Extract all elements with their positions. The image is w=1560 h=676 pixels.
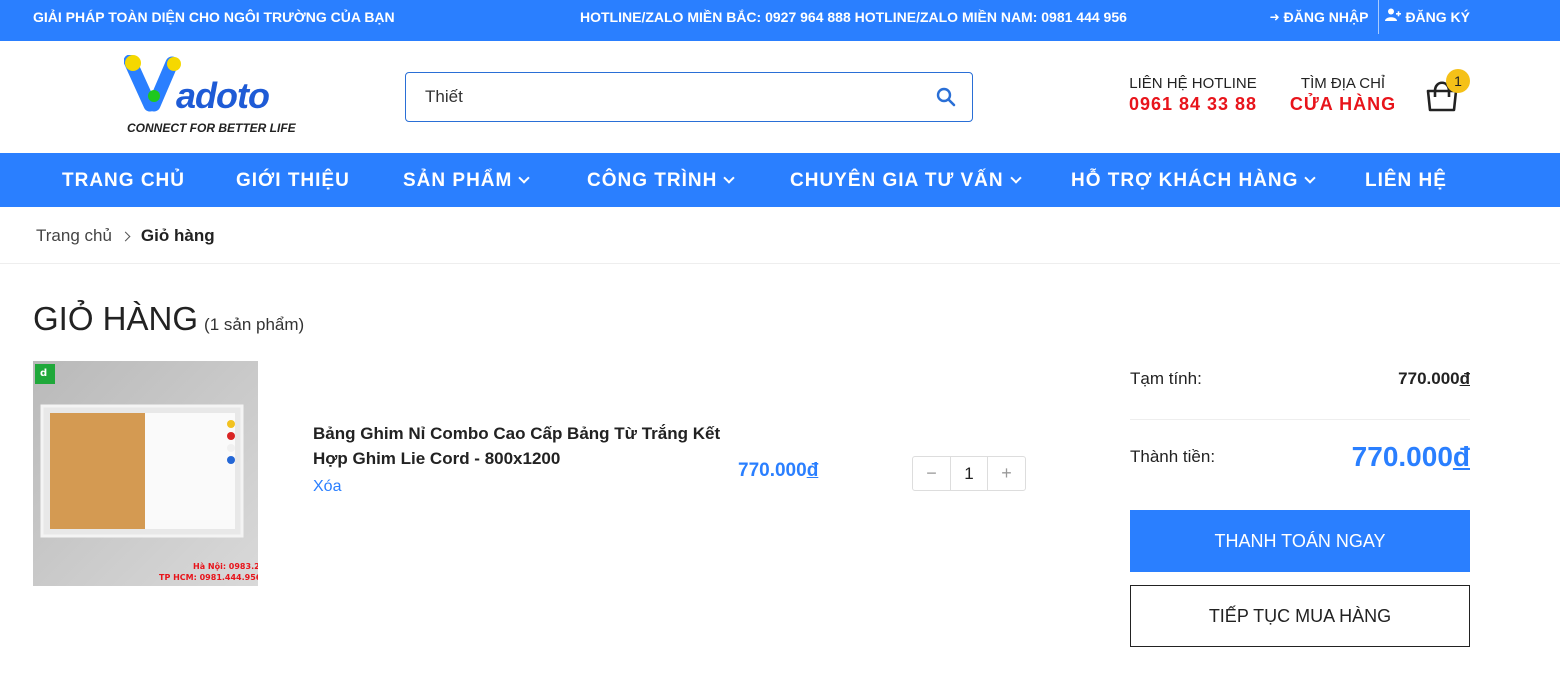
subtotal-value: 770.000 — [1398, 369, 1460, 388]
breadcrumb-current: Giỏ hàng — [140, 226, 215, 245]
product-image[interactable]: d Hà Nội: 0983.289.958 TP HCM: 0981.444.… — [33, 361, 258, 586]
quantity-stepper: − 1 + — [912, 456, 1026, 491]
corkboard-whiteboard-image: d Hà Nội: 0983.289.958 TP HCM: 0981.444.… — [33, 361, 258, 586]
breadcrumb: Trang chủ Giỏ hàng — [36, 226, 215, 246]
logo-mark-icon — [124, 55, 181, 112]
cart-item-count: (1 sản phẩm) — [204, 315, 305, 334]
chevron-down-icon — [1304, 172, 1317, 184]
tagline: GIẢI PHÁP TOÀN DIỆN CHO NGÔI TRƯỜNG CỦA … — [33, 9, 395, 25]
nav-support-label: HỖ TRỢ KHÁCH HÀNG — [1071, 170, 1299, 191]
total-value: 770.000 — [1351, 441, 1453, 472]
nav-projects-label: CÔNG TRÌNH — [587, 170, 718, 191]
quantity-value[interactable]: 1 — [950, 457, 988, 490]
register-label: ĐĂNG KÝ — [1405, 9, 1470, 25]
total-currency: đ — [1452, 441, 1470, 472]
hotline-info: HOTLINE/ZALO MIỀN BẮC: 0927 964 888 HOTL… — [580, 9, 1127, 25]
store-label: TÌM ĐỊA CHỈ — [1300, 75, 1386, 92]
total-row: Thành tiền: 770.000đ — [1130, 438, 1470, 476]
breadcrumb-divider — [0, 263, 1560, 264]
decrease-quantity-button[interactable]: − — [913, 457, 950, 490]
auth-divider — [1378, 0, 1380, 34]
subtotal-currency: đ — [1459, 369, 1470, 388]
nav-contact-label: LIÊN HỆ — [1365, 170, 1447, 191]
continue-shopping-button[interactable]: TIẾP TỤC MUA HÀNG — [1130, 585, 1470, 647]
checkout-button[interactable]: THANH TOÁN NGAY — [1130, 510, 1470, 572]
nav-home[interactable]: TRANG CHỦ — [62, 153, 185, 207]
svg-text:d: d — [40, 368, 47, 379]
summary-divider — [1130, 419, 1470, 420]
logo-slogan: CONNECT FOR BETTER LIFE — [127, 121, 296, 135]
subtotal-row: Tạm tính: 770.000đ — [1130, 366, 1470, 392]
hotline-label: LIÊN HỆ HOTLINE — [1129, 75, 1257, 92]
nav-home-label: TRANG CHỦ — [62, 170, 185, 191]
nav-consultants[interactable]: CHUYÊN GIA TƯ VẤN — [790, 153, 1022, 207]
logo-wordmark: adoto — [176, 75, 270, 116]
breadcrumb-home[interactable]: Trang chủ — [36, 226, 112, 246]
cart-count-badge: 1 — [1446, 69, 1470, 93]
sign-in-icon: ➜ — [1269, 10, 1280, 24]
vadoto-logo[interactable]: adoto CONNECT FOR BETTER LIFE — [124, 55, 304, 139]
user-plus-icon — [1385, 0, 1402, 34]
total-label: Thành tiền: — [1130, 447, 1216, 466]
nav-products[interactable]: SẢN PHẨM — [403, 153, 531, 207]
chevron-down-icon — [1009, 172, 1022, 184]
remove-item-link[interactable]: Xóa — [313, 478, 341, 496]
chevron-right-icon — [120, 231, 131, 241]
nav-support[interactable]: HỖ TRỢ KHÁCH HÀNG — [1071, 153, 1317, 207]
login-link[interactable]: ➜ ĐĂNG NHẬP — [1270, 0, 1369, 34]
search-input[interactable] — [406, 73, 926, 121]
register-link[interactable]: ĐĂNG KÝ — [1385, 0, 1470, 34]
nav-contact[interactable]: LIÊN HỆ — [1365, 153, 1447, 207]
product-price-value: 770.000 — [738, 460, 807, 481]
hotline-number: 0961 84 33 88 — [1128, 94, 1258, 114]
chevron-down-icon — [518, 172, 531, 184]
image-hcm-phone: TP HCM: 0981.444.956 — [159, 573, 258, 582]
chevron-down-icon — [723, 172, 735, 184]
store-locator[interactable]: TÌM ĐỊA CHỈ CỬA HÀNG — [1288, 75, 1398, 115]
main-nav: TRANG CHỦ GIỚI THIỆU SẢN PHẨM CÔNG TRÌNH… — [0, 153, 1560, 207]
cart-title: GIỎ HÀNG — [33, 300, 199, 337]
search-box — [405, 72, 973, 122]
product-price: 770.000đ — [738, 460, 818, 482]
image-hanoi-phone: Hà Nội: 0983.289.958 — [193, 562, 258, 571]
total-amount: 770.000đ — [1352, 441, 1470, 473]
hotline-contact[interactable]: LIÊN HỆ HOTLINE 0961 84 33 88 — [1124, 75, 1262, 115]
subtotal-label: Tạm tính: — [1130, 369, 1202, 388]
product-price-currency: đ — [806, 460, 819, 481]
auth-links: ➜ ĐĂNG NHẬP ĐĂNG KÝ — [1270, 0, 1470, 34]
subtotal-amount: 770.000đ — [1398, 369, 1470, 389]
nav-about[interactable]: GIỚI THIỆU — [236, 153, 350, 207]
nav-projects[interactable]: CÔNG TRÌNH — [587, 153, 735, 207]
nav-products-label: SẢN PHẨM — [403, 170, 513, 191]
product-name[interactable]: Bảng Ghim Nỉ Combo Cao Cấp Bảng Từ Trắng… — [313, 421, 733, 471]
nav-about-label: GIỚI THIỆU — [236, 170, 350, 191]
search-icon[interactable] — [936, 87, 956, 107]
header: adoto CONNECT FOR BETTER LIFE LIÊN HỆ HO… — [0, 41, 1560, 153]
page-title: GIỎ HÀNG (1 sản phẩm) — [33, 300, 304, 338]
store-value: CỬA HÀNG — [1289, 94, 1397, 114]
increase-quantity-button[interactable]: + — [988, 457, 1025, 490]
cart-button[interactable]: 1 — [1424, 69, 1470, 117]
nav-consultants-label: CHUYÊN GIA TƯ VẤN — [790, 170, 1004, 191]
top-bar: GIẢI PHÁP TOÀN DIỆN CHO NGÔI TRƯỜNG CỦA … — [0, 0, 1560, 41]
login-label: ĐĂNG NHẬP — [1283, 9, 1369, 25]
